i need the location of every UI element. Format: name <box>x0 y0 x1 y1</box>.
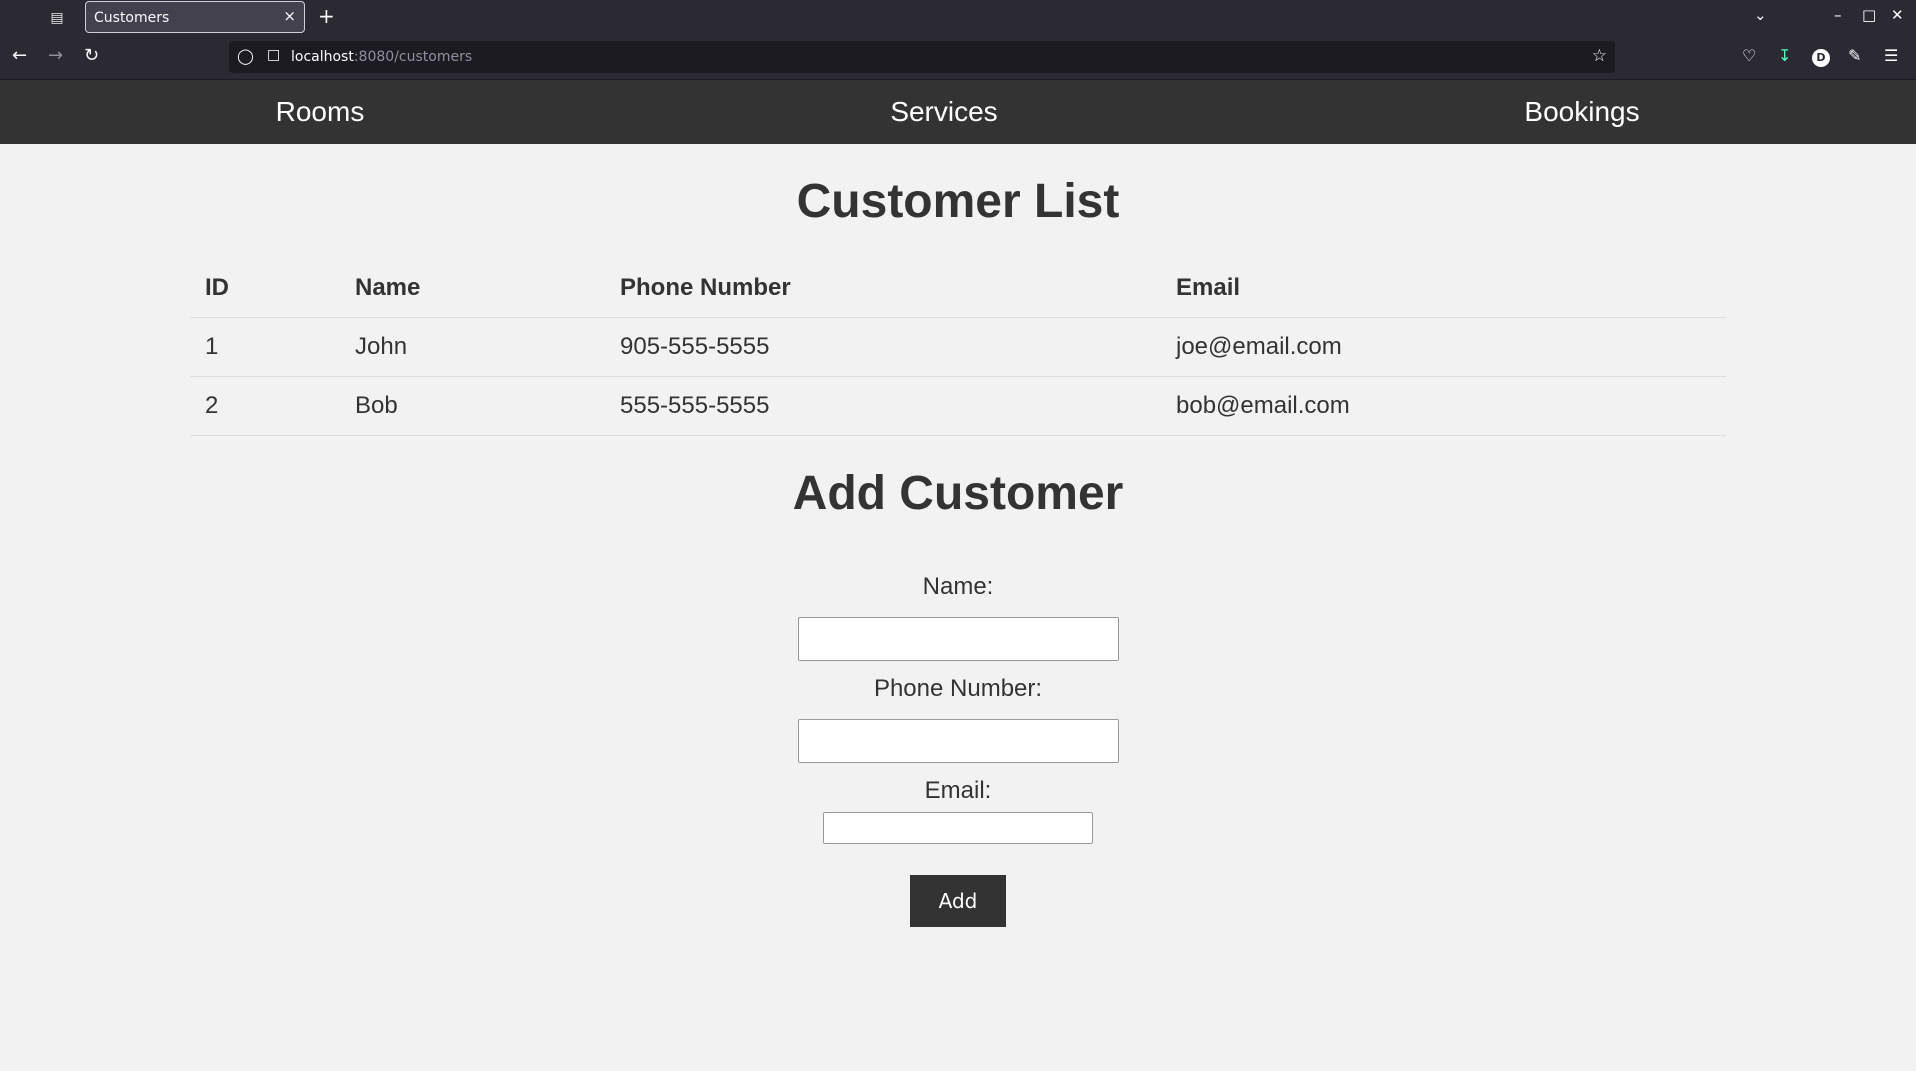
email-input[interactable] <box>823 812 1093 844</box>
tab-title: Customers <box>94 10 170 26</box>
close-window-icon[interactable]: ✕ <box>1891 6 1904 24</box>
table-row: 1 John 905-555-5555 joe@email.com <box>190 317 1726 377</box>
chevron-down-icon[interactable]: ⌄ <box>1754 6 1767 24</box>
add-customer-title: Add Customer <box>792 467 1124 520</box>
customer-table: ID Name Phone Number Email 1 John 905-55… <box>190 259 1726 436</box>
phone-label: Phone Number: <box>873 675 1043 702</box>
bookmark-star-icon[interactable]: ☆ <box>1592 46 1607 66</box>
tab-close-icon[interactable]: × <box>283 7 296 25</box>
extensions-icon[interactable]: ✎ <box>1848 46 1861 65</box>
column-header-email: Email <box>1161 259 1726 318</box>
tab-list-icon[interactable]: ▤ <box>46 7 68 27</box>
browser-toolbar: ← → ↻ ◯ □ localhost:8080/customers ☆ ♡ ↧… <box>0 34 1916 80</box>
minimize-icon[interactable]: – <box>1834 6 1842 24</box>
cell-name: Bob <box>340 376 605 436</box>
browser-tab[interactable]: Customers × <box>85 1 305 33</box>
cell-id: 1 <box>190 317 340 377</box>
browser-tab-bar: ▤ Customers × + ⌄ – □ ✕ <box>0 0 1916 34</box>
new-tab-button[interactable]: + <box>318 4 335 28</box>
name-input[interactable] <box>798 617 1119 661</box>
column-header-phone: Phone Number <box>605 259 1161 318</box>
menu-icon[interactable]: ☰ <box>1884 46 1898 65</box>
phone-input[interactable] <box>798 719 1119 763</box>
table-header-row: ID Name Phone Number Email <box>190 259 1726 318</box>
customer-list-title: Customer List <box>796 175 1120 228</box>
url-text[interactable]: localhost:8080/customers <box>291 49 472 65</box>
cell-phone: 905-555-5555 <box>605 317 1161 377</box>
cell-email: joe@email.com <box>1161 317 1726 377</box>
table-row: 2 Bob 555-555-5555 bob@email.com <box>190 376 1726 436</box>
add-button[interactable]: Add <box>910 875 1006 927</box>
shield-icon[interactable]: ◯ <box>237 47 254 65</box>
cell-phone: 555-555-5555 <box>605 376 1161 436</box>
column-header-name: Name <box>340 259 605 318</box>
reload-icon[interactable]: ↻ <box>84 46 99 66</box>
account-avatar[interactable]: D <box>1812 49 1830 67</box>
pocket-icon[interactable]: ♡ <box>1742 46 1756 65</box>
cell-id: 2 <box>190 376 340 436</box>
url-host: localhost <box>291 49 354 65</box>
name-label: Name: <box>922 573 994 600</box>
column-header-id: ID <box>190 259 340 318</box>
download-icon[interactable]: ↧ <box>1778 46 1791 65</box>
nav-rooms[interactable]: Rooms <box>260 80 380 144</box>
cell-name: John <box>340 317 605 377</box>
site-nav: Rooms Services Bookings <box>0 80 1916 144</box>
nav-bookings[interactable]: Bookings <box>1512 80 1652 144</box>
maximize-icon[interactable]: □ <box>1862 6 1876 24</box>
url-path: :8080/customers <box>353 49 473 65</box>
back-icon[interactable]: ← <box>12 46 27 66</box>
url-bar[interactable]: ◯ □ localhost:8080/customers ☆ <box>229 41 1615 73</box>
page-icon: □ <box>267 47 281 63</box>
email-label: Email: <box>924 777 992 804</box>
forward-icon[interactable]: → <box>48 46 63 66</box>
nav-services[interactable]: Services <box>874 80 1014 144</box>
cell-email: bob@email.com <box>1161 376 1726 436</box>
